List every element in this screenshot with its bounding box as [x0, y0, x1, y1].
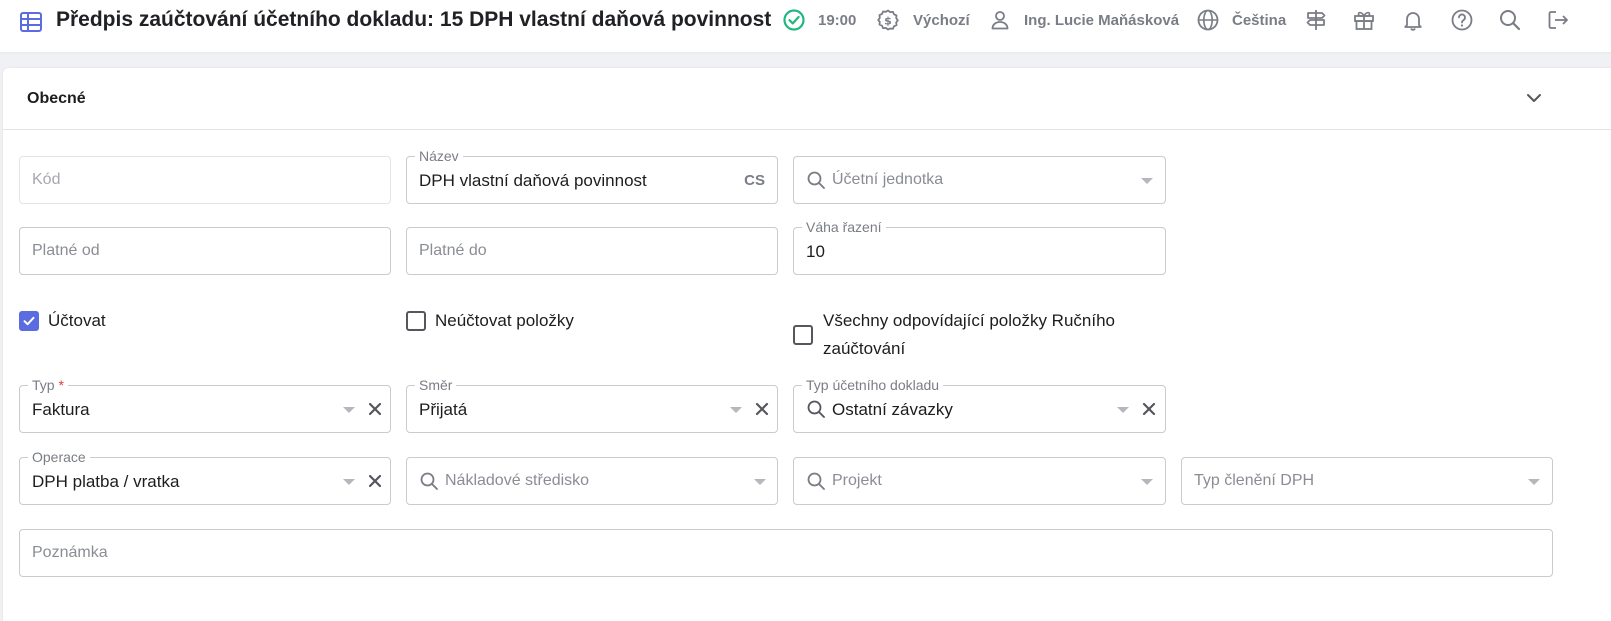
typ-dokladu-value: Ostatní závazky — [832, 400, 953, 419]
platne-do-field[interactable]: Platné do — [406, 227, 778, 275]
platne-do-placeholder: Platné do — [419, 242, 487, 259]
typ-label-text: Typ — [32, 377, 55, 393]
operace-select[interactable]: Operace DPH platba / vratka — [19, 449, 391, 505]
status-time: 19:00 — [818, 11, 857, 29]
typ-dokladu-label: Typ účetního dokladu — [802, 377, 944, 393]
projekt-placeholder: Projekt — [832, 472, 882, 489]
help-icon[interactable] — [1449, 7, 1475, 33]
caret-down-icon[interactable] — [1141, 479, 1153, 485]
kod-field: Kód — [19, 156, 391, 204]
checkbox-checked[interactable] — [19, 311, 39, 331]
section-header[interactable]: Obecné — [3, 68, 1611, 130]
vsechny-polozky-label-line2: zaúčtování — [823, 339, 906, 358]
vsechny-polozky-checkbox[interactable]: Všechny odpovídající položky Ručního zaú… — [793, 311, 1115, 363]
checkbox-unchecked[interactable] — [406, 311, 426, 331]
typ-value: Faktura — [32, 400, 90, 419]
search-icon — [807, 400, 825, 418]
typ-cleneni-dph-placeholder: Typ členění DPH — [1194, 472, 1315, 489]
page-title: Předpis zaúčtování účetního dokladu: 15 … — [56, 8, 772, 31]
kod-placeholder: Kód — [32, 171, 61, 188]
language-selector[interactable]: Čeština — [1232, 8, 1286, 32]
currency-settings-icon[interactable]: $ — [875, 7, 901, 33]
poznamka-field[interactable]: Poznámka — [19, 529, 1553, 577]
operace-label: Operace — [28, 449, 90, 465]
search-icon[interactable] — [1497, 7, 1523, 33]
typ-cleneni-dph-select[interactable]: Typ členění DPH — [1181, 457, 1553, 505]
uctovat-label: Účtovat — [48, 311, 106, 330]
smer-label: Směr — [415, 377, 457, 393]
poznamka-placeholder: Poznámka — [32, 544, 108, 561]
gift-icon[interactable] — [1351, 7, 1377, 33]
signpost-icon[interactable] — [1303, 7, 1329, 33]
caret-down-icon[interactable] — [343, 479, 355, 485]
vsechny-polozky-label: Všechny odpovídající položky Ručního zaú… — [823, 307, 1115, 363]
ucetni-jednotka-placeholder: Účetní jednotka — [832, 171, 944, 188]
neuctovat-polozky-checkbox[interactable]: Neúčtovat položky — [406, 311, 574, 335]
required-mark: * — [58, 377, 64, 393]
globe-icon[interactable] — [1195, 7, 1221, 33]
caret-down-icon[interactable] — [1141, 178, 1153, 184]
section-title: Obecné — [27, 90, 86, 107]
caret-down-icon[interactable] — [1117, 407, 1129, 413]
typ-label: Typ * — [28, 377, 68, 393]
neuctovat-polozky-label: Neúčtovat položky — [435, 311, 574, 330]
search-icon — [807, 171, 825, 189]
uctovat-checkbox[interactable]: Účtovat — [19, 311, 106, 335]
currency-profile[interactable]: Výchozí — [913, 8, 970, 32]
logout-icon[interactable] — [1545, 7, 1571, 33]
smer-select[interactable]: Směr Přijatá — [406, 377, 778, 433]
typ-select[interactable]: Typ * Faktura — [19, 377, 391, 433]
nazev-label: Název — [415, 148, 463, 164]
nakladove-stredisko-placeholder: Nákladové středisko — [445, 472, 590, 489]
projekt-select[interactable]: Projekt — [793, 457, 1166, 505]
smer-value: Přijatá — [419, 400, 468, 419]
close-icon[interactable] — [1142, 402, 1156, 416]
close-icon[interactable] — [368, 402, 382, 416]
close-icon[interactable] — [368, 474, 382, 488]
chevron-down-icon[interactable] — [1524, 88, 1544, 108]
caret-down-icon[interactable] — [1528, 479, 1540, 485]
nazev-field[interactable]: Název DPH vlastní daňová povinnost CS — [406, 148, 778, 204]
ucetni-jednotka-select[interactable]: Účetní jednotka — [793, 156, 1166, 204]
nazev-language-badge[interactable]: CS — [744, 172, 765, 189]
vsechny-polozky-label-line1: Všechny odpovídající položky Ručního — [823, 311, 1116, 330]
close-icon[interactable] — [755, 402, 769, 416]
nazev-value: DPH vlastní daňová povinnost — [419, 171, 647, 190]
caret-down-icon[interactable] — [754, 479, 766, 485]
platne-od-field[interactable]: Platné od — [19, 227, 391, 275]
bell-icon[interactable] — [1400, 7, 1426, 33]
platne-od-placeholder: Platné od — [32, 242, 100, 259]
top-header: Předpis zaúčtování účetního dokladu: 15 … — [0, 0, 1611, 52]
table-icon — [20, 12, 42, 32]
typ-dokladu-select[interactable]: Typ účetního dokladu Ostatní závazky — [793, 377, 1166, 433]
vaha-razeni-label: Váha řazení — [802, 219, 886, 235]
checkmark-icon — [23, 316, 35, 326]
user-icon[interactable] — [987, 7, 1013, 33]
vaha-razeni-value: 10 — [806, 242, 825, 261]
caret-down-icon[interactable] — [343, 407, 355, 413]
search-icon — [807, 472, 825, 490]
user-name[interactable]: Ing. Lucie Maňásková — [1024, 8, 1179, 32]
check-circle-icon — [783, 9, 805, 31]
search-icon — [420, 472, 438, 490]
operace-value: DPH platba / vratka — [32, 472, 180, 491]
checkbox-unchecked[interactable] — [793, 325, 813, 345]
caret-down-icon[interactable] — [730, 407, 742, 413]
svg-text:$: $ — [884, 15, 892, 28]
nakladove-stredisko-select[interactable]: Nákladové středisko — [406, 457, 778, 505]
vaha-razeni-field[interactable]: Váha řazení 10 — [793, 219, 1166, 275]
